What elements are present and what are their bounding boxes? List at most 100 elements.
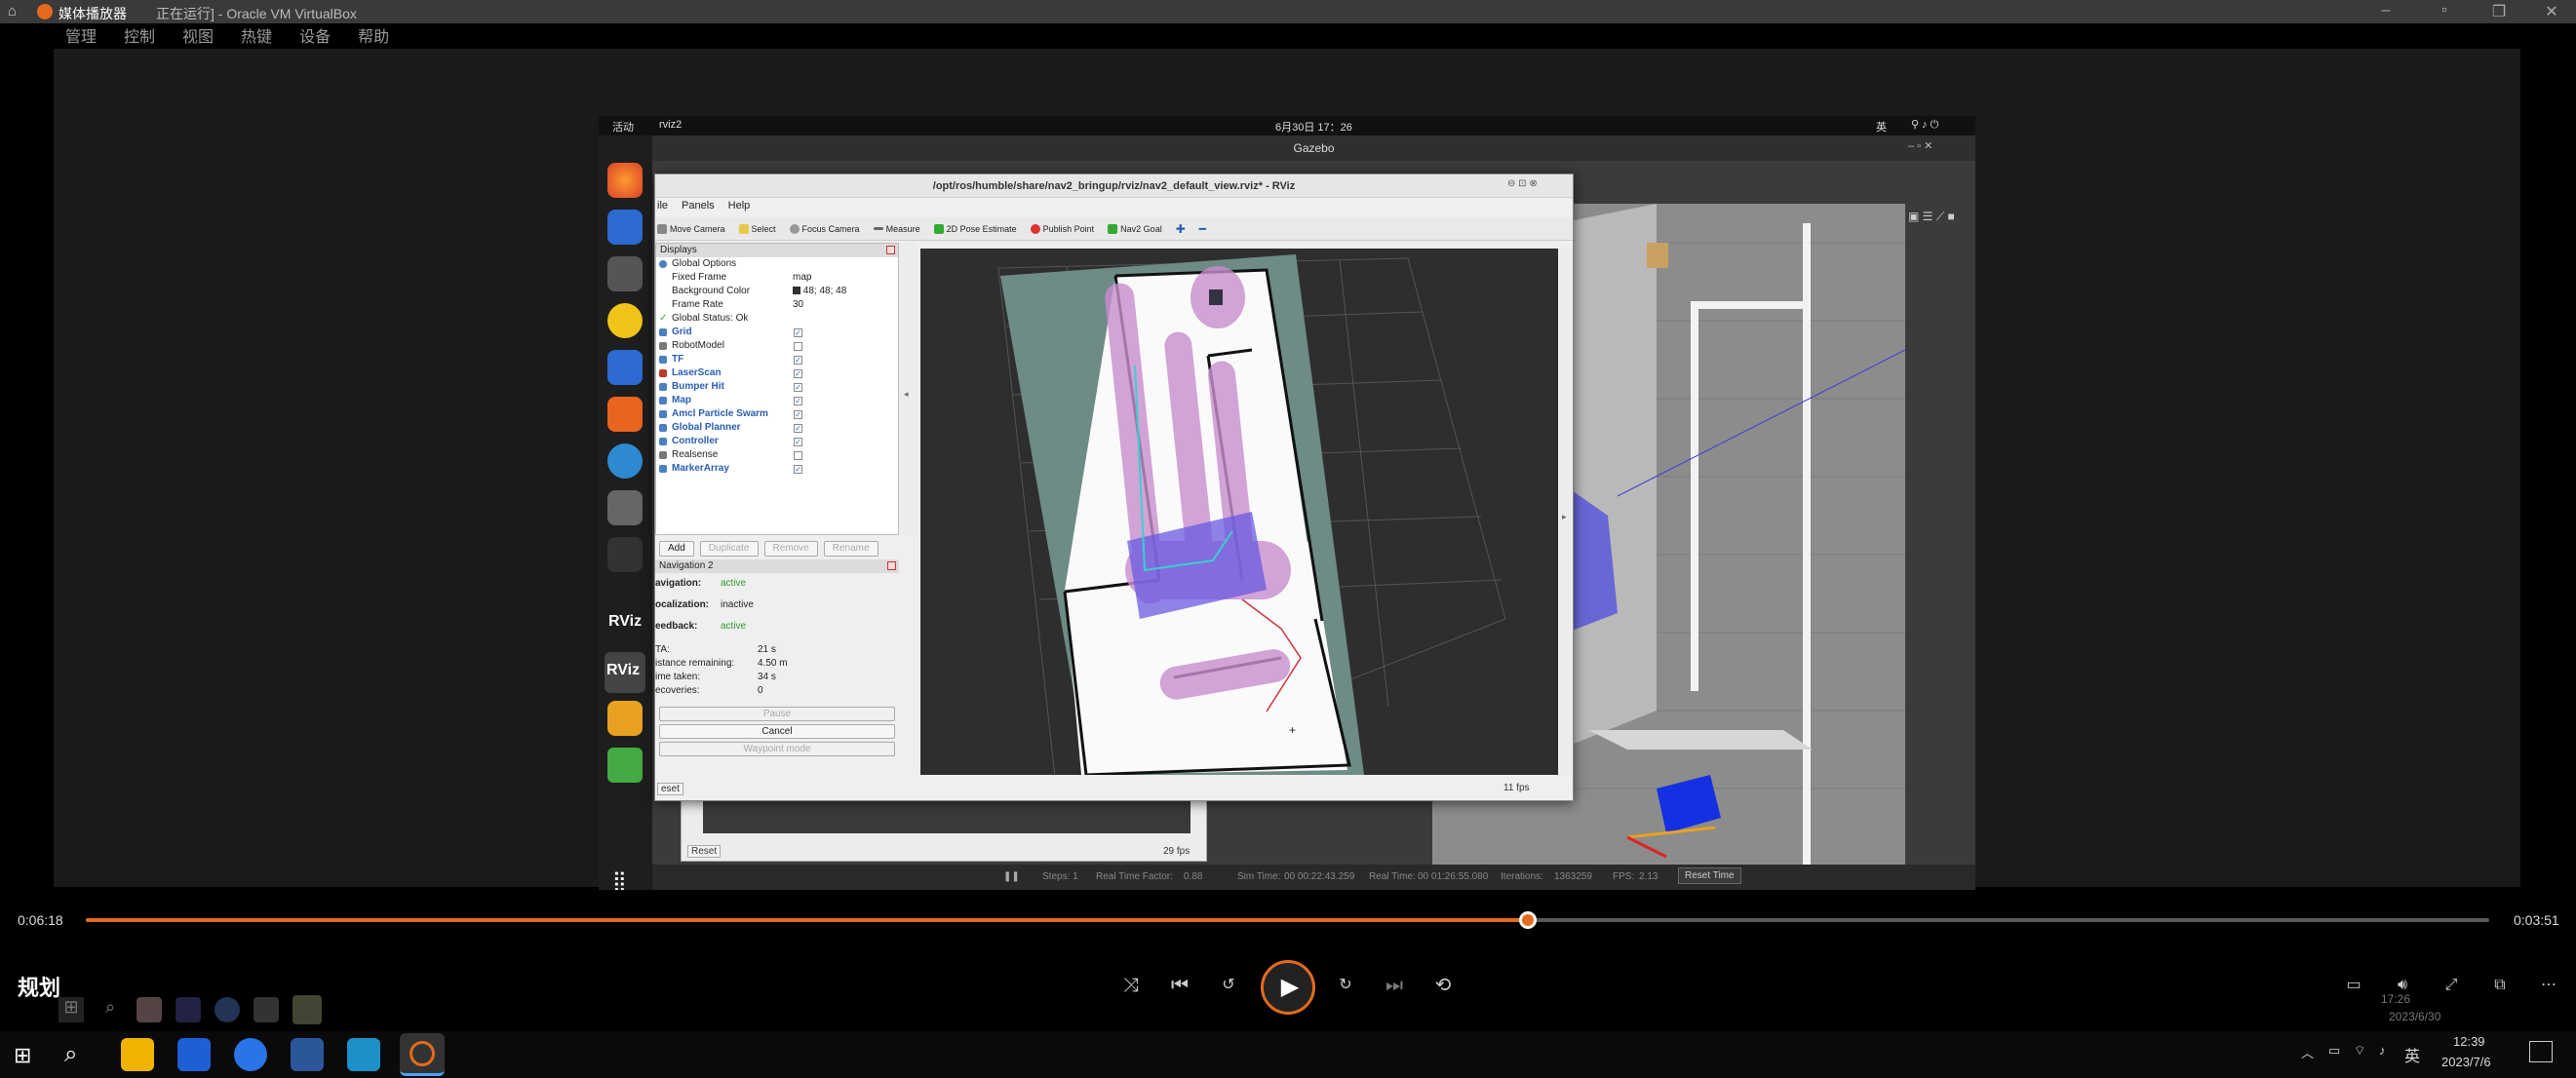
menu-manage[interactable]: 管理: [65, 23, 97, 49]
rviz-active-icon[interactable]: RViz: [605, 652, 645, 693]
display-enabled-checkbox[interactable]: ✓: [794, 397, 802, 405]
terminal-icon[interactable]: [607, 537, 643, 572]
add-button[interactable]: Add: [659, 541, 694, 557]
display-item[interactable]: MarkerArray ✓: [656, 462, 898, 476]
windows-search-icon[interactable]: ⌕: [64, 1041, 77, 1068]
close-button[interactable]: ✕: [2537, 2, 2566, 20]
file-explorer-icon[interactable]: [121, 1038, 154, 1071]
display-enabled-checkbox[interactable]: ✓: [794, 328, 802, 337]
background-color-row[interactable]: Background Color 48; 48; 48: [656, 285, 898, 298]
home-icon[interactable]: ⌂: [8, 3, 17, 19]
vm-start-icon[interactable]: ⊞: [59, 997, 84, 1022]
display-item[interactable]: LaserScan ✓: [656, 366, 898, 380]
rewind-10-icon[interactable]: ↺: [1213, 970, 1244, 1001]
thunderbird-icon[interactable]: [607, 210, 643, 245]
display-enabled-checkbox[interactable]: ✓: [794, 410, 802, 419]
global-options-row[interactable]: Global Options: [656, 257, 898, 271]
menu-panels[interactable]: Panels: [682, 200, 715, 215]
panel-close-icon[interactable]: [886, 246, 895, 254]
repeat-icon[interactable]: ⟲: [1427, 970, 1459, 1001]
menu-control[interactable]: 控制: [124, 23, 155, 49]
menu-devices[interactable]: 设备: [299, 23, 331, 49]
measure-tool[interactable]: Measure: [873, 224, 920, 234]
splitter-arrow-right-icon[interactable]: ▸: [1562, 512, 1567, 522]
fixed-frame-value[interactable]: map: [793, 271, 811, 285]
previous-icon[interactable]: ⏮: [1164, 970, 1195, 1001]
gazebo-icon[interactable]: [607, 701, 643, 736]
seek-knob[interactable]: [1519, 911, 1537, 929]
nav2-goal-tool[interactable]: Nav2 Goal: [1108, 223, 1162, 234]
move-camera-tool[interactable]: Move Camera: [657, 223, 725, 234]
vm-app-icon[interactable]: [176, 997, 201, 1022]
vm-k-icon[interactable]: [215, 997, 240, 1022]
trash-icon[interactable]: [607, 748, 643, 783]
help-icon[interactable]: [607, 443, 643, 479]
notification-icon[interactable]: [2529, 1041, 2553, 1062]
display-enabled-checkbox[interactable]: [794, 451, 802, 460]
play-button[interactable]: ▶: [1261, 960, 1315, 1015]
display-enabled-checkbox[interactable]: ✓: [794, 383, 802, 392]
display-item[interactable]: Grid ✓: [656, 326, 898, 339]
tray-network-icon[interactable]: ⌔: [2354, 1043, 2365, 1059]
select-tool[interactable]: Select: [738, 223, 776, 234]
display-item[interactable]: RobotModel: [656, 339, 898, 353]
display-enabled-checkbox[interactable]: ✓: [794, 438, 802, 446]
reset-time-button[interactable]: Reset Time: [1678, 867, 1741, 884]
writer-icon[interactable]: [607, 350, 643, 385]
underlying-reset-button[interactable]: Reset: [687, 845, 722, 858]
expand-icon[interactable]: ⤢: [2436, 970, 2467, 1001]
menu-help[interactable]: Help: [728, 200, 751, 215]
show-apps-icon[interactable]: ⣿: [612, 868, 627, 890]
window-restore-icon[interactable]: ❐: [2484, 2, 2514, 20]
menu-hotkey[interactable]: 热键: [241, 23, 272, 49]
display-item[interactable]: TF ✓: [656, 353, 898, 366]
waypoint-mode-button[interactable]: Waypoint mode: [659, 742, 895, 756]
cancel-button[interactable]: Cancel: [659, 724, 895, 739]
rviz-window-controls[interactable]: ⊖ ⊡ ⊗: [1507, 178, 1538, 189]
panel-close-icon[interactable]: [887, 561, 896, 570]
gazebo-toolbar-icons[interactable]: ▣ ☰ ⟋ ■: [1908, 210, 1955, 224]
pause-button[interactable]: Pause: [659, 707, 895, 721]
taskbar-app-icon[interactable]: [177, 1038, 211, 1071]
activities-button[interactable]: 活动: [612, 119, 634, 135]
display-enabled-checkbox[interactable]: ✓: [794, 369, 802, 378]
display-item[interactable]: Amcl Particle Swarm ✓: [656, 407, 898, 421]
menu-view[interactable]: 视图: [182, 23, 214, 49]
taskbar-time[interactable]: 12:39: [2453, 1034, 2485, 1049]
frame-rate-value[interactable]: 30: [793, 298, 803, 312]
vm-active-app-icon[interactable]: [293, 995, 322, 1024]
focus-camera-tool[interactable]: Focus Camera: [789, 223, 860, 234]
tray-battery-icon[interactable]: ▭: [2328, 1043, 2340, 1059]
rviz-icon[interactable]: RViz: [608, 613, 642, 631]
shuffle-icon[interactable]: ⤨: [1115, 970, 1147, 1001]
minimize-button[interactable]: –: [2371, 2, 2400, 19]
frame-rate-row[interactable]: Frame Rate 30: [656, 298, 898, 312]
menu-file[interactable]: ile: [657, 200, 668, 215]
tray-language[interactable]: 英: [2404, 1043, 2420, 1066]
miniplayer-icon[interactable]: ▭: [2338, 970, 2369, 1001]
chat-icon[interactable]: [607, 490, 643, 525]
forward-30-icon[interactable]: ↻: [1330, 970, 1361, 1001]
network-icon[interactable]: ⚲ ♪ ⏻: [1911, 118, 1938, 132]
fixed-frame-row[interactable]: Fixed Frame map: [656, 271, 898, 285]
rename-button[interactable]: Rename: [823, 541, 878, 557]
panel-splitter[interactable]: ◂: [900, 243, 917, 535]
remove-button[interactable]: Remove: [763, 541, 818, 557]
global-status-row[interactable]: ✓ Global Status: Ok: [656, 312, 898, 326]
rviz-3d-view[interactable]: +: [920, 249, 1558, 775]
splitter-arrow-icon[interactable]: ◂: [904, 389, 909, 400]
software-icon[interactable]: [607, 397, 643, 432]
firefox-icon[interactable]: [607, 163, 643, 198]
input-method[interactable]: 英: [1876, 119, 1887, 135]
media-player-taskbar-icon[interactable]: [400, 1033, 445, 1076]
word-icon[interactable]: [291, 1038, 324, 1071]
vm-explorer-icon[interactable]: [137, 997, 162, 1022]
add-tool-icon[interactable]: ✚: [1176, 222, 1186, 236]
gazebo-window-controls[interactable]: – ▫ ✕: [1908, 139, 1932, 152]
display-item[interactable]: Controller ✓: [656, 435, 898, 448]
pause-icon[interactable]: ❚❚: [1003, 871, 1020, 882]
right-splitter[interactable]: ▸: [1560, 249, 1572, 775]
rviz-reset-button[interactable]: eset: [657, 783, 683, 795]
pose-estimate-tool[interactable]: 2D Pose Estimate: [933, 223, 1017, 234]
display-enabled-checkbox[interactable]: [794, 342, 802, 351]
